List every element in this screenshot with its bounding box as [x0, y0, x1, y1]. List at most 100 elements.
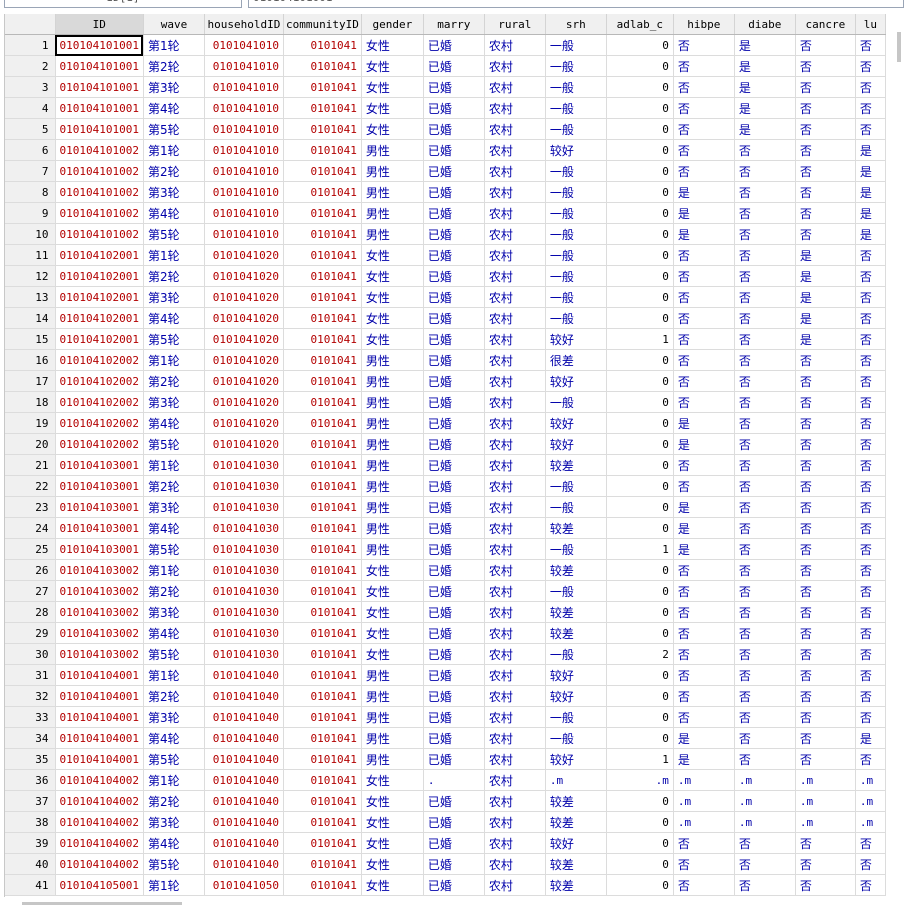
cell-srh[interactable]: 较差	[545, 517, 607, 539]
row-number[interactable]: 11	[5, 244, 56, 266]
row-number[interactable]: 3	[5, 76, 56, 98]
cell-srh[interactable]: 一般	[545, 496, 607, 518]
cell-srh[interactable]: 很差	[545, 349, 607, 371]
cell-diabe[interactable]: 否	[734, 223, 796, 245]
row-number[interactable]: 32	[5, 685, 56, 707]
cell-id[interactable]: 010104103002	[55, 643, 144, 665]
cell-hibpe[interactable]: 否	[673, 328, 735, 350]
cell-diabe[interactable]: 否	[734, 580, 796, 602]
cell-diabe[interactable]: 否	[734, 181, 796, 203]
cell-diabe[interactable]: 是	[734, 34, 796, 56]
cell-cancre[interactable]: 否	[795, 349, 856, 371]
cell-id[interactable]: 010104103002	[55, 580, 144, 602]
column-header-cancre[interactable]: cancre	[795, 14, 856, 35]
cell-srh[interactable]: 较好	[545, 748, 607, 770]
cell-lu[interactable]: 否	[855, 832, 886, 854]
cell-marry[interactable]: 已婚	[423, 244, 485, 266]
cell-communityid[interactable]: 0101041	[283, 433, 362, 455]
cell-diabe[interactable]: .m	[734, 790, 796, 812]
cell-gender[interactable]: 男性	[361, 223, 424, 245]
cell-cancre[interactable]: 否	[795, 496, 856, 518]
cell-communityid[interactable]: 0101041	[283, 454, 362, 476]
row-number[interactable]: 31	[5, 664, 56, 686]
column-header-hibpe[interactable]: hibpe	[673, 14, 735, 35]
cell-marry[interactable]: 已婚	[423, 97, 485, 119]
cell-householdid[interactable]: 0101041020	[204, 349, 284, 371]
cell-householdid[interactable]: 0101041010	[204, 118, 284, 140]
cell-lu[interactable]: 否	[855, 433, 886, 455]
cell-gender[interactable]: 男性	[361, 517, 424, 539]
cell-lu[interactable]: 否	[855, 370, 886, 392]
cell-wave[interactable]: 第1轮	[143, 349, 205, 371]
column-header-diabe[interactable]: diabe	[734, 14, 796, 35]
cell-communityid[interactable]: 0101041	[283, 811, 362, 833]
corner-cell[interactable]	[5, 14, 56, 35]
cell-gender[interactable]: 男性	[361, 538, 424, 560]
cell-wave[interactable]: 第1轮	[143, 559, 205, 581]
cell-wave[interactable]: 第1轮	[143, 454, 205, 476]
cell-id[interactable]: 010104101002	[55, 223, 144, 245]
cell-id[interactable]: 010104101001	[55, 97, 144, 119]
cell-cancre[interactable]: 否	[795, 160, 856, 182]
cell-householdid[interactable]: 0101041010	[204, 76, 284, 98]
cell-gender[interactable]: 女性	[361, 76, 424, 98]
cell-marry[interactable]: 已婚	[423, 664, 485, 686]
cell-wave[interactable]: 第2轮	[143, 475, 205, 497]
cell-wave[interactable]: 第5轮	[143, 223, 205, 245]
cell-lu[interactable]: 是	[855, 160, 886, 182]
cell-adlab-c[interactable]: 0	[606, 265, 674, 287]
cell-adlab-c[interactable]: 0	[606, 97, 674, 119]
cell-cancre[interactable]: 否	[795, 433, 856, 455]
cell-gender[interactable]: 男性	[361, 664, 424, 686]
cell-srh[interactable]: 一般	[545, 706, 607, 728]
row-number[interactable]: 37	[5, 790, 56, 812]
cell-lu[interactable]: 否	[855, 76, 886, 98]
cell-gender[interactable]: 女性	[361, 286, 424, 308]
cell-srh[interactable]: 一般	[545, 244, 607, 266]
cell-gender[interactable]: 男性	[361, 475, 424, 497]
row-number[interactable]: 34	[5, 727, 56, 749]
cell-hibpe[interactable]: 否	[673, 706, 735, 728]
cell-adlab-c[interactable]: 0	[606, 244, 674, 266]
cell-marry[interactable]: 已婚	[423, 874, 485, 896]
cell-marry[interactable]: 已婚	[423, 370, 485, 392]
table-row[interactable]: 14 010104102001 第4轮 0101041020 0101041 女性 已婚 农村…	[5, 307, 886, 329]
cell-marry[interactable]: 已婚	[423, 349, 485, 371]
cell-hibpe[interactable]: 是	[673, 496, 735, 518]
cell-rural[interactable]: 农村	[484, 475, 546, 497]
column-header-wave[interactable]: wave	[143, 14, 205, 35]
row-number[interactable]: 17	[5, 370, 56, 392]
cell-rural[interactable]: 农村	[484, 97, 546, 119]
cell-adlab-c[interactable]: 0	[606, 559, 674, 581]
column-header-srh[interactable]: srh	[545, 14, 607, 35]
cell-householdid[interactable]: 0101041030	[204, 559, 284, 581]
cell-id[interactable]: 010104101001	[55, 118, 144, 140]
cell-id[interactable]: 010104102002	[55, 349, 144, 371]
cell-hibpe[interactable]: 否	[673, 139, 735, 161]
row-number[interactable]: 5	[5, 118, 56, 140]
row-number[interactable]: 13	[5, 286, 56, 308]
cell-householdid[interactable]: 0101041040	[204, 727, 284, 749]
cell-householdid[interactable]: 0101041040	[204, 832, 284, 854]
cell-gender[interactable]: 女性	[361, 853, 424, 875]
cell-wave[interactable]: 第1轮	[143, 874, 205, 896]
cell-diabe[interactable]: .m	[734, 769, 796, 791]
cell-cancre[interactable]: 是	[795, 307, 856, 329]
cell-lu[interactable]: 否	[855, 559, 886, 581]
cell-rural[interactable]: 农村	[484, 685, 546, 707]
table-row[interactable]: 30 010104103002 第5轮 0101041030 0101041 女性 已婚 农村…	[5, 643, 886, 665]
row-number[interactable]: 4	[5, 97, 56, 119]
row-number[interactable]: 20	[5, 433, 56, 455]
cell-rural[interactable]: 农村	[484, 55, 546, 77]
cell-householdid[interactable]: 0101041020	[204, 286, 284, 308]
cell-householdid[interactable]: 0101041030	[204, 622, 284, 644]
cell-wave[interactable]: 第3轮	[143, 391, 205, 413]
cell-lu[interactable]: 否	[855, 118, 886, 140]
cell-lu[interactable]: 否	[855, 853, 886, 875]
cell-householdid[interactable]: 0101041020	[204, 328, 284, 350]
cell-gender[interactable]: 女性	[361, 265, 424, 287]
cell-adlab-c[interactable]: 0	[606, 202, 674, 224]
cell-cancre[interactable]: 否	[795, 139, 856, 161]
cell-marry[interactable]: 已婚	[423, 832, 485, 854]
cell-srh[interactable]: 一般	[545, 55, 607, 77]
